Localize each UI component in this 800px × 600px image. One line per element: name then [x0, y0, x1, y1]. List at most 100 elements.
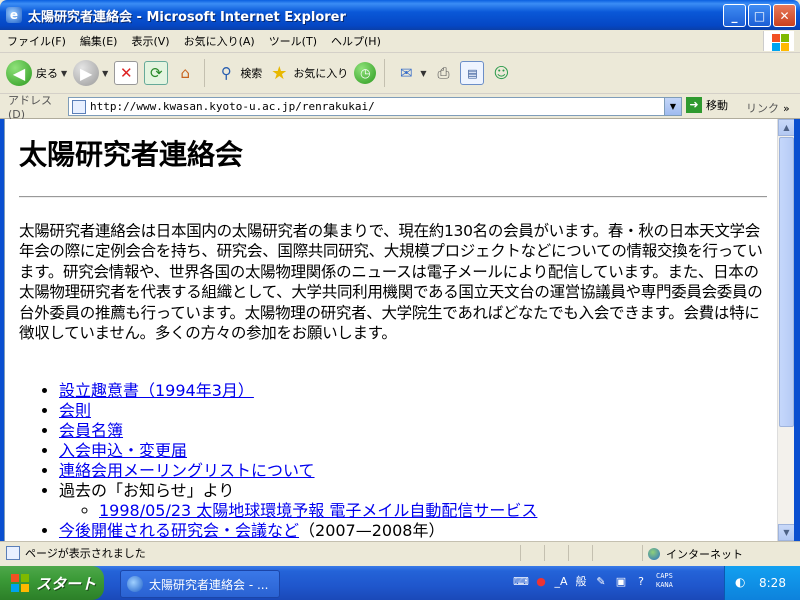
intro-paragraph: 太陽研究者連絡会は日本国内の太陽研究者の集まりで、現在約130名の会員がいます。… — [19, 222, 763, 343]
address-input[interactable]: http://www.kwasan.kyoto-u.ac.jp/renrakuk… — [68, 97, 682, 116]
mail-button[interactable]: ✉ ▼ — [395, 62, 426, 84]
edit-icon: ▤ — [460, 61, 485, 85]
windows-flag-icon — [10, 573, 30, 593]
menu-favorites[interactable]: お気に入り(A) — [177, 33, 262, 49]
forward-arrow-icon: ▶ — [73, 60, 100, 86]
print-button[interactable]: ⎙ — [432, 62, 454, 84]
title-bar[interactable]: e 太陽研究者連絡会 - Microsoft Internet Explorer… — [0, 0, 800, 30]
taskbar: スタート 太陽研究者連絡会 - ... ⌨ ● _A 般 ✎ ▣ ? CAPS … — [0, 566, 800, 600]
address-dropdown-icon[interactable]: ▼ — [664, 98, 681, 115]
go-arrow-icon: ➜ — [686, 97, 702, 113]
ime-conversion[interactable]: 般 — [572, 572, 590, 590]
search-icon: ⚲ — [220, 64, 232, 82]
clock: 8:28 — [759, 576, 786, 590]
star-icon: ★ — [271, 62, 288, 84]
sub-list: 1998/05/23 太陽地球環境予報 電子メイル自動配信サービス — [59, 501, 537, 521]
mail-dropdown-icon[interactable]: ▼ — [420, 69, 426, 78]
link-upcoming-meetings[interactable]: 今後開催される研究会・会議など — [59, 521, 299, 540]
links-toolbar[interactable]: リンク » — [746, 100, 790, 116]
list-item: 過去の「お知らせ」より 1998/05/23 太陽地球環境予報 電子メイル自動配… — [59, 481, 537, 521]
favorites-label: お気に入り — [293, 67, 349, 80]
close-button[interactable]: ✕ — [773, 4, 796, 27]
ime-pad-icon[interactable]: ✎ — [592, 572, 610, 590]
ime-tool-icon[interactable]: ▣ — [612, 572, 630, 590]
link-mailing-list[interactable]: 連絡会用メーリングリストについて — [59, 461, 315, 480]
status-bar: ページが表示されました インターネット — [0, 541, 800, 564]
list-item: 入会申込・変更届 — [59, 441, 537, 461]
keyboard-icon[interactable]: ⌨ — [512, 572, 530, 590]
caps-label: CAPS — [656, 572, 673, 580]
ime-help-icon[interactable]: ? — [632, 572, 650, 590]
start-button[interactable]: スタート — [0, 566, 104, 600]
volume-icon[interactable]: ◐ — [735, 575, 751, 591]
vertical-scrollbar[interactable]: ▲ ▼ — [777, 119, 795, 541]
history-icon: ◷ — [354, 62, 377, 84]
taskbar-ie-window[interactable]: 太陽研究者連絡会 - ... — [120, 570, 280, 598]
link-bylaws[interactable]: 会則 — [59, 401, 91, 420]
link-membership-application[interactable]: 入会申込・変更届 — [59, 441, 187, 460]
back-button[interactable]: ◀ 戻る ▼ — [6, 60, 67, 86]
menu-file[interactable]: ファイル(F) — [0, 33, 73, 49]
status-divider — [544, 545, 545, 561]
history-button[interactable]: ◷ — [354, 62, 377, 84]
globe-icon — [648, 548, 660, 560]
scroll-down-button[interactable]: ▼ — [778, 524, 795, 541]
links-chevron-icon[interactable]: » — [783, 102, 790, 115]
home-button[interactable]: ⌂ — [174, 62, 196, 84]
back-arrow-icon: ◀ — [6, 60, 32, 86]
address-label: アドレス(D) — [8, 93, 52, 121]
messenger-button[interactable]: ☺ — [490, 62, 512, 84]
list-item: 会則 — [59, 401, 537, 421]
menu-tools[interactable]: ツール(T) — [262, 33, 324, 49]
menu-help[interactable]: ヘルプ(H) — [324, 33, 388, 49]
minimize-button[interactable]: _ — [723, 4, 746, 27]
edit-button[interactable]: ▤ — [460, 61, 485, 85]
link-member-list[interactable]: 会員名簿 — [59, 421, 123, 440]
back-label: 戻る — [36, 67, 58, 80]
task-label: 太陽研究者連絡会 - ... — [149, 577, 269, 592]
ime-mode[interactable]: _A — [552, 572, 570, 590]
system-tray: ◐ 8:28 — [724, 566, 800, 600]
status-divider — [520, 545, 521, 561]
scroll-up-button[interactable]: ▲ — [778, 119, 795, 136]
status-divider — [642, 545, 643, 561]
go-label: 移動 — [706, 99, 728, 112]
ime-icon[interactable]: ● — [532, 572, 550, 590]
toolbar: ◀ 戻る ▼ ▶ ▼ ✕ ⟳ ⌂ ⚲ 検索 ★ お気に入り ◷ ✉ ▼ ⎙ ▤ … — [0, 53, 800, 94]
links-label: リンク — [746, 102, 779, 115]
link-email-forecast-service[interactable]: 1998/05/23 太陽地球環境予報 電子メイル自動配信サービス — [99, 501, 537, 520]
search-button[interactable]: ⚲ 検索 — [215, 62, 263, 84]
forward-dropdown-icon[interactable]: ▼ — [102, 69, 108, 78]
window-controls: _ □ ✕ — [723, 4, 796, 27]
caps-kana-indicator: CAPS KANA — [656, 572, 673, 590]
refresh-button[interactable]: ⟳ — [144, 61, 169, 85]
mail-icon: ✉ — [400, 64, 413, 82]
link-founding-prospectus[interactable]: 設立趣意書（1994年3月） — [59, 381, 254, 400]
status-divider — [568, 545, 569, 561]
security-zone[interactable]: インターネット — [648, 546, 743, 562]
favorites-button[interactable]: ★ お気に入り — [268, 62, 348, 84]
go-button[interactable]: ➜ 移動 — [686, 97, 728, 113]
page-viewport: 太陽研究者連絡会 太陽研究者連絡会は日本国内の太陽研究者の集まりで、現在約130… — [4, 119, 778, 541]
list-item: 会員名簿 — [59, 421, 537, 441]
search-label: 検索 — [240, 67, 263, 80]
ie-app-icon[interactable]: e — [6, 7, 22, 23]
list-item: 設立趣意書（1994年3月） — [59, 381, 537, 401]
menu-edit[interactable]: 編集(E) — [73, 33, 125, 49]
address-bar: アドレス(D) http://www.kwasan.kyoto-u.ac.jp/… — [0, 93, 800, 121]
menu-view[interactable]: 表示(V) — [124, 33, 176, 49]
back-dropdown-icon[interactable]: ▼ — [61, 69, 67, 78]
maximize-button[interactable]: □ — [748, 4, 771, 27]
address-url[interactable]: http://www.kwasan.kyoto-u.ac.jp/renrakuk… — [90, 100, 375, 113]
forward-button[interactable]: ▶ ▼ — [73, 60, 108, 86]
past-notice-label: 過去の「お知らせ」より — [59, 481, 235, 500]
stop-button[interactable]: ✕ — [114, 61, 139, 85]
stop-icon: ✕ — [114, 61, 139, 85]
scroll-thumb[interactable] — [779, 137, 794, 427]
list-item: 今後開催される研究会・会議など（2007—2008年） — [59, 521, 537, 541]
link-list: 設立趣意書（1994年3月） 会則 会員名簿 入会申込・変更届 連絡会用メーリン… — [19, 381, 537, 541]
kana-label: KANA — [656, 581, 673, 589]
sub-list-item: 1998/05/23 太陽地球環境予報 電子メイル自動配信サービス — [99, 501, 537, 521]
home-icon: ⌂ — [180, 64, 191, 82]
page-done-icon — [6, 546, 20, 560]
